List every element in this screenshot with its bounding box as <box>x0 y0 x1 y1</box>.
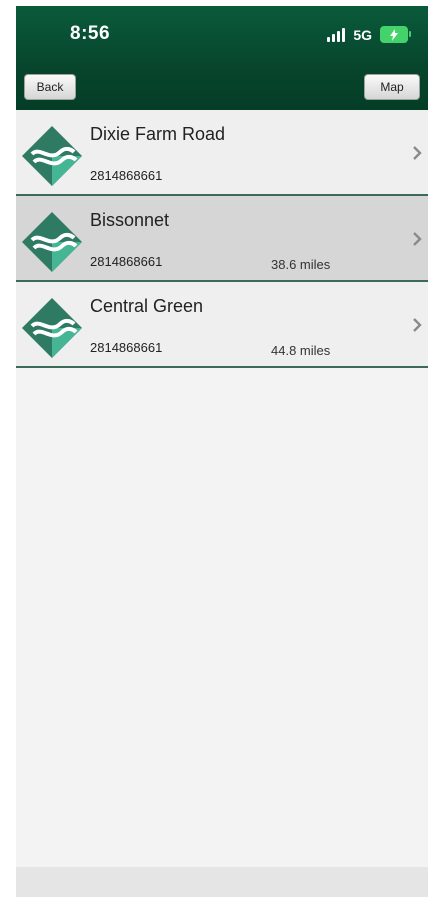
brand-logo-icon <box>22 298 82 358</box>
location-row[interactable]: Dixie Farm Road 2814868661 <box>16 110 428 196</box>
chevron-right-icon <box>413 318 422 332</box>
map-button[interactable]: Map <box>364 74 420 100</box>
location-list: Dixie Farm Road 2814868661 Bissonnet 281… <box>16 110 428 368</box>
brand-logo-icon <box>22 126 82 186</box>
header: 8:56 5G Back Map <box>16 6 428 110</box>
back-button[interactable]: Back <box>24 74 76 100</box>
location-row[interactable]: Bissonnet 2814868661 38.6 miles <box>16 196 428 282</box>
charging-bolt-icon <box>390 28 398 41</box>
app-screen: 8:56 5G Back Map Dixie Farm Road 2814868… <box>16 6 428 897</box>
location-phone: 2814868661 <box>90 168 163 183</box>
location-row[interactable]: Central Green 2814868661 44.8 miles <box>16 282 428 368</box>
status-time: 8:56 <box>70 23 111 44</box>
location-distance: 44.8 miles <box>271 343 331 358</box>
location-name: Bissonnet <box>90 210 170 230</box>
location-name: Central Green <box>90 296 204 316</box>
bottom-bar <box>16 867 428 897</box>
battery-charging-icon <box>380 26 411 43</box>
location-distance: 38.6 miles <box>271 257 331 272</box>
location-name: Dixie Farm Road <box>90 124 226 144</box>
location-phone: 2814868661 <box>90 340 163 355</box>
network-label: 5G <box>353 26 372 43</box>
chevron-right-icon <box>413 232 422 246</box>
brand-logo-icon <box>22 212 82 272</box>
location-phone: 2814868661 <box>90 254 163 269</box>
status-indicators: 5G <box>327 26 411 43</box>
chevron-right-icon <box>413 146 422 160</box>
signal-icon <box>327 27 346 42</box>
